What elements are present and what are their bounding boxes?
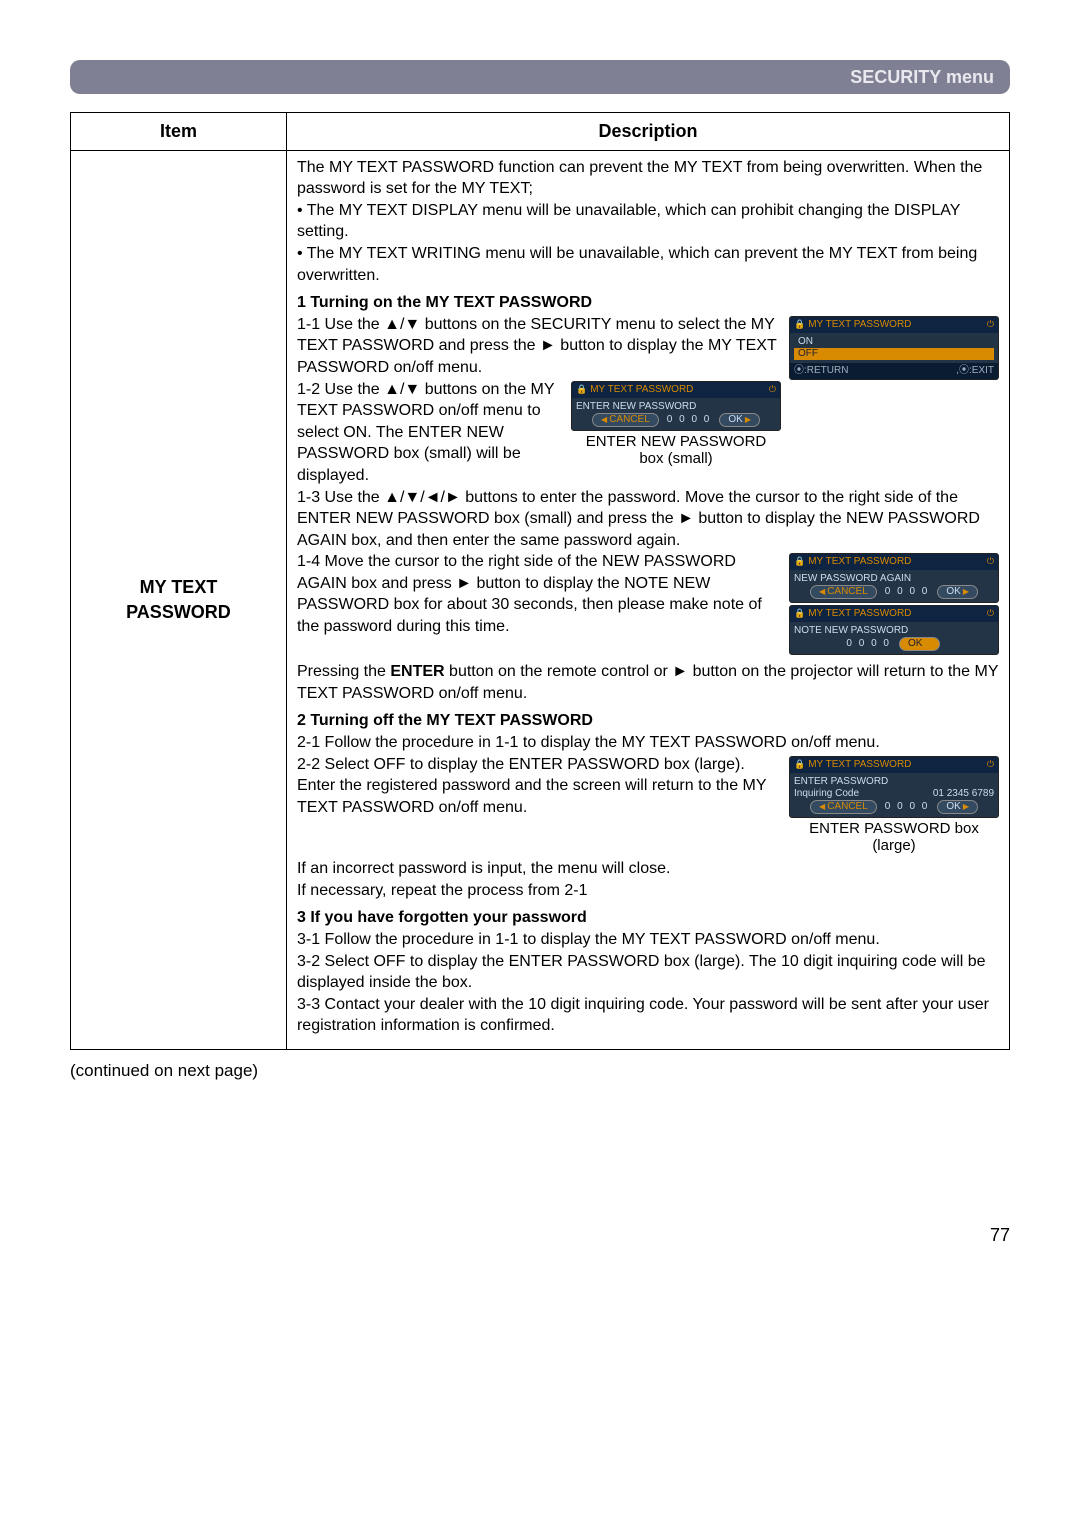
- col-head-desc: Description: [286, 113, 1009, 150]
- s1-head: 1 Turning on the MY TEXT PASSWORD: [297, 292, 999, 314]
- s3-body: 3-1 Follow the procedure in 1-1 to displ…: [297, 929, 999, 1037]
- row-item: MY TEXT PASSWORD: [71, 150, 287, 1049]
- manual-table: Item Description MY TEXT PASSWORD The MY…: [70, 112, 1010, 1050]
- s2-head: 2 Turning off the MY TEXT PASSWORD: [297, 710, 999, 732]
- fig-enter-large: MY TEXT PASSWORD ENTER PASSWORD Inquirin…: [789, 756, 999, 855]
- col-head-item: Item: [71, 113, 287, 150]
- fig-again-note: MY TEXT PASSWORD NEW PASSWORD AGAIN CANC…: [789, 553, 999, 657]
- s3-head: 3 If you have forgotten your password: [297, 907, 999, 929]
- s2-body: 2-1 Follow the procedure in 1-1 to displ…: [297, 732, 999, 901]
- fig-onoff: MY TEXT PASSWORD ON OFF ⦿:RETURN ,⦿:EXIT: [789, 316, 999, 382]
- fig-enter-small: MY TEXT PASSWORD ENTER NEW PASSWORD CANC…: [571, 381, 781, 468]
- s1-body: MY TEXT PASSWORD ON OFF ⦿:RETURN ,⦿:EXIT…: [297, 314, 999, 705]
- menu-banner-title: SECURITY menu: [850, 67, 994, 87]
- s1-tail: Pressing the ENTER button on the remote …: [297, 661, 999, 704]
- menu-banner: SECURITY menu: [70, 60, 1010, 94]
- page-number: 77: [70, 1223, 1010, 1247]
- intro-block: The MY TEXT PASSWORD function can preven…: [297, 157, 999, 287]
- continued-note: (continued on next page): [70, 1060, 1010, 1083]
- row-desc: The MY TEXT PASSWORD function can preven…: [286, 150, 1009, 1049]
